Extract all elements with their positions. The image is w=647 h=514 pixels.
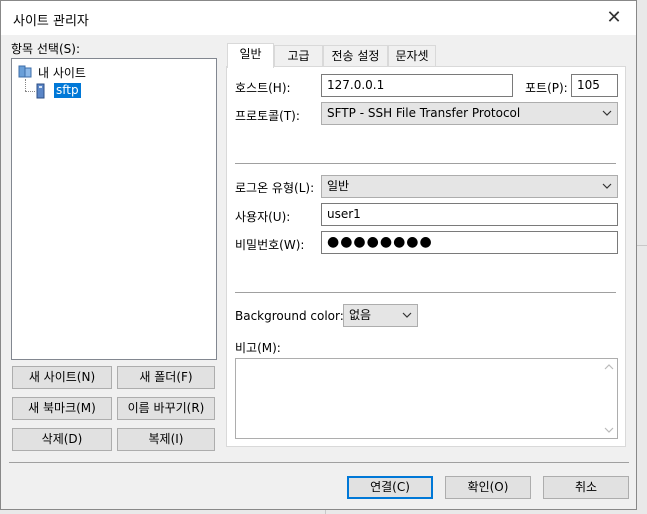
footer-separator xyxy=(9,462,629,463)
separator xyxy=(235,163,616,164)
site-tree[interactable]: 내 사이트 sftp xyxy=(11,58,217,360)
copy-button[interactable]: 복제(I) xyxy=(117,428,215,451)
password-label: 비밀번호(W): xyxy=(235,238,305,252)
protocol-select[interactable]: SFTP - SSH File Transfer Protocol xyxy=(321,102,618,125)
new-site-button[interactable]: 새 사이트(N) xyxy=(12,366,112,389)
logon-type-select[interactable]: 일반 xyxy=(321,175,618,198)
titlebar: 사이트 관리자 ✕ xyxy=(1,1,636,35)
port-label: 포트(P): xyxy=(525,81,568,95)
delete-button[interactable]: 삭제(D) xyxy=(12,428,112,451)
password-input[interactable]: ●●●●●●●● xyxy=(321,231,618,254)
tab-advanced[interactable]: 고급 xyxy=(274,45,323,67)
site-manager-dialog: 사이트 관리자 ✕ 항목 선택(S): 내 사이트 sftp 새 사이트(N) … xyxy=(0,0,637,510)
host-label: 호스트(H): xyxy=(235,81,291,95)
chevron-down-icon xyxy=(602,183,612,189)
cancel-button[interactable]: 취소 xyxy=(543,476,629,499)
close-icon[interactable]: ✕ xyxy=(602,6,626,30)
window-title: 사이트 관리자 xyxy=(13,14,89,29)
comments-textarea[interactable] xyxy=(235,358,618,439)
scroll-up-icon[interactable] xyxy=(603,362,615,372)
logon-type-label: 로그온 유형(L): xyxy=(235,181,315,195)
tree-item-root[interactable]: 내 사이트 xyxy=(38,64,86,81)
chevron-down-icon xyxy=(402,312,412,318)
select-entry-label: 항목 선택(S): xyxy=(11,42,80,56)
new-bookmark-button[interactable]: 새 북마크(M) xyxy=(12,397,112,420)
host-input[interactable]: 127.0.0.1 xyxy=(321,74,513,97)
tab-general[interactable]: 일반 xyxy=(227,43,274,68)
port-input[interactable]: 105 xyxy=(571,74,618,97)
new-folder-button[interactable]: 새 폴더(F) xyxy=(117,366,215,389)
tab-transfer-settings[interactable]: 전송 설정 xyxy=(323,45,388,67)
background-color-value: 없음 xyxy=(349,308,372,322)
ok-button[interactable]: 확인(O) xyxy=(445,476,531,499)
background-color-select[interactable]: 없음 xyxy=(343,304,418,327)
protocol-label: 프로토콜(T): xyxy=(235,109,300,123)
logon-type-value: 일반 xyxy=(327,179,350,193)
background-color-label: Background color: xyxy=(235,309,344,323)
general-panel: 호스트(H): 127.0.0.1 포트(P): 105 프로토콜(T): SF… xyxy=(226,66,626,447)
sites-root-icon xyxy=(18,64,34,78)
comments-label: 비고(M): xyxy=(235,341,281,355)
user-label: 사용자(U): xyxy=(235,210,291,224)
server-icon xyxy=(36,83,46,99)
tree-line xyxy=(25,79,27,91)
protocol-value: SFTP - SSH File Transfer Protocol xyxy=(327,106,521,120)
tree-item-sftp[interactable]: sftp xyxy=(53,82,82,99)
bg-divider xyxy=(636,245,647,246)
scroll-down-icon[interactable] xyxy=(603,425,615,435)
chevron-down-icon xyxy=(602,110,612,116)
rename-button[interactable]: 이름 바꾸기(R) xyxy=(117,397,215,420)
tree-line xyxy=(25,91,35,93)
tab-charset[interactable]: 문자셋 xyxy=(388,45,436,67)
connect-button[interactable]: 연결(C) xyxy=(347,476,433,499)
user-input[interactable]: user1 xyxy=(321,203,618,226)
separator xyxy=(235,292,616,293)
